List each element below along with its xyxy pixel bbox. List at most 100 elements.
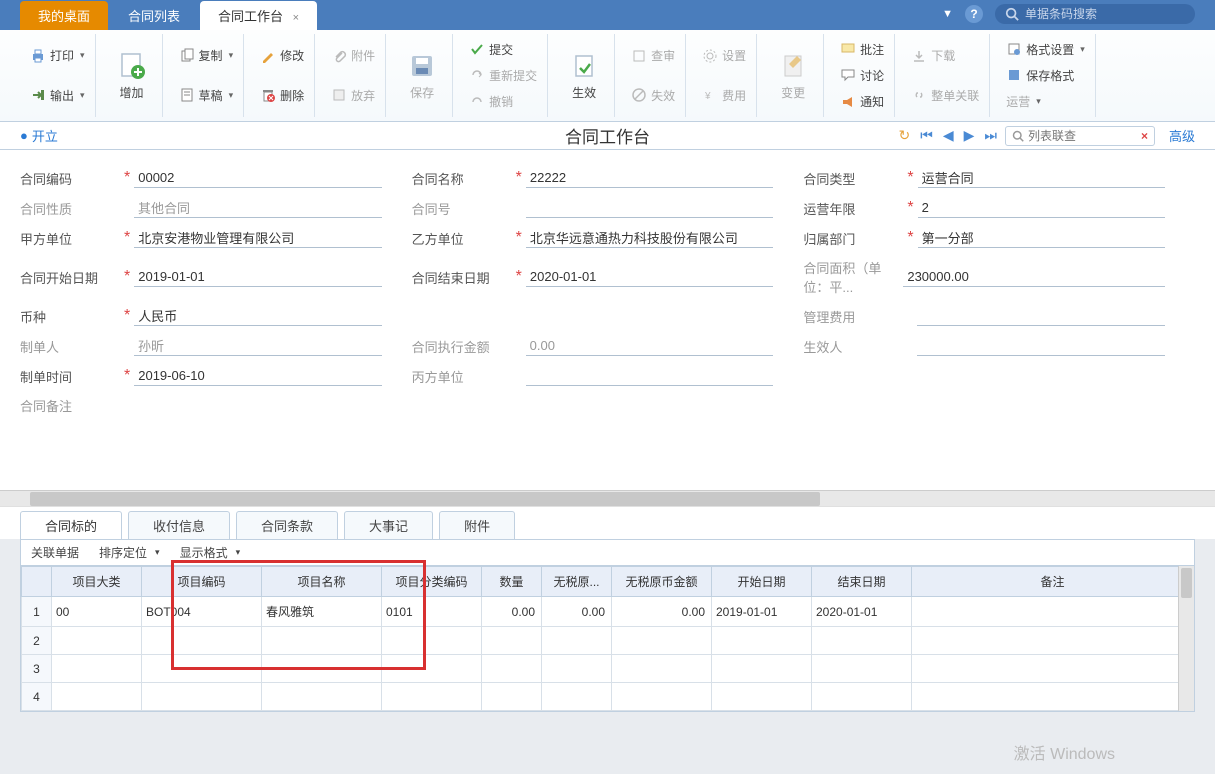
save-button[interactable]: 保存 bbox=[398, 46, 446, 105]
tab-events[interactable]: 大事记 bbox=[344, 511, 433, 539]
undo-icon bbox=[469, 94, 485, 110]
next-icon[interactable]: ▶ bbox=[962, 127, 977, 144]
label-maketime: 制单时间 bbox=[20, 367, 120, 386]
modify-button[interactable]: 修改 bbox=[256, 45, 308, 66]
col-code[interactable]: 项目编码 bbox=[142, 567, 262, 597]
col-notaxorig[interactable]: 无税原... bbox=[542, 567, 612, 597]
input-remark[interactable] bbox=[134, 396, 1165, 415]
label-mgmtfee: 管理费用 bbox=[803, 307, 903, 326]
link-icon bbox=[911, 87, 927, 103]
label-execamt: 合同执行金额 bbox=[412, 337, 512, 356]
delete-button[interactable]: 删除 bbox=[256, 85, 308, 106]
saveformat-icon bbox=[1006, 67, 1022, 83]
barcode-search-input[interactable] bbox=[1025, 7, 1185, 21]
col-cat[interactable]: 项目大类 bbox=[52, 567, 142, 597]
export-button[interactable]: 输出▾ bbox=[26, 85, 89, 106]
col-start[interactable]: 开始日期 bbox=[712, 567, 812, 597]
effect-button[interactable]: 生效 bbox=[560, 46, 608, 105]
tab-payment[interactable]: 收付信息 bbox=[128, 511, 230, 539]
audit-button[interactable]: 查审 bbox=[627, 45, 679, 66]
cost-icon: ¥ bbox=[702, 87, 718, 103]
label-nature: 合同性质 bbox=[20, 199, 120, 218]
saveformat-button[interactable]: 保存格式 bbox=[1002, 65, 1089, 86]
tab-attach[interactable]: 附件 bbox=[439, 511, 515, 539]
tab-subject[interactable]: 合同标的 bbox=[20, 511, 122, 539]
table-row[interactable]: 3 bbox=[22, 655, 1194, 683]
form-hscroll[interactable] bbox=[0, 490, 1215, 506]
barcode-search[interactable] bbox=[995, 4, 1195, 24]
status-state[interactable]: ●开立 bbox=[20, 126, 58, 145]
print-button[interactable]: 打印▾ bbox=[26, 45, 89, 66]
download-button[interactable]: 下载 bbox=[907, 45, 983, 66]
prev-icon[interactable]: ◀ bbox=[941, 127, 956, 144]
format-icon bbox=[1006, 41, 1022, 57]
operate-button[interactable]: 运营▾ bbox=[1002, 91, 1089, 112]
advanced-link[interactable]: 高级 bbox=[1169, 126, 1195, 145]
add-button[interactable]: 增加 bbox=[108, 46, 156, 105]
label-type: 合同类型 bbox=[803, 169, 903, 188]
related-doc-button[interactable]: 关联单据 bbox=[31, 544, 79, 561]
col-remark[interactable]: 备注 bbox=[912, 567, 1194, 597]
table-row[interactable]: 2 bbox=[22, 627, 1194, 655]
refresh-icon[interactable]: ↻ bbox=[896, 127, 912, 144]
list-search-input[interactable] bbox=[1028, 129, 1137, 143]
gear-icon bbox=[702, 48, 718, 64]
tab-contract-workbench[interactable]: 合同工作台 × bbox=[200, 1, 317, 30]
input-partya[interactable] bbox=[134, 228, 381, 248]
search-icon bbox=[1005, 7, 1019, 21]
invalid-button[interactable]: 失效 bbox=[627, 85, 679, 106]
col-clscode[interactable]: 项目分类编码 bbox=[382, 567, 482, 597]
first-icon[interactable]: ⏮ bbox=[918, 127, 935, 144]
change-button[interactable]: 变更 bbox=[769, 46, 817, 105]
submit-button[interactable]: 提交 bbox=[465, 39, 541, 60]
label-start: 合同开始日期 bbox=[20, 268, 120, 287]
close-icon[interactable]: × bbox=[293, 12, 299, 24]
discuss-button[interactable]: 讨论 bbox=[836, 65, 888, 86]
tab-contract-list[interactable]: 合同列表 bbox=[110, 1, 198, 30]
input-end[interactable] bbox=[526, 267, 773, 287]
copy-button[interactable]: 复制▾ bbox=[175, 45, 238, 66]
table-row[interactable]: 4 bbox=[22, 683, 1194, 711]
input-type[interactable] bbox=[918, 168, 1165, 188]
input-code[interactable] bbox=[134, 168, 381, 188]
resubmit-button[interactable]: 重新提交 bbox=[465, 65, 541, 86]
input-maketime[interactable] bbox=[134, 366, 381, 386]
col-end[interactable]: 结束日期 bbox=[812, 567, 912, 597]
input-dept[interactable] bbox=[918, 228, 1165, 248]
batch-button[interactable]: 批注 bbox=[836, 39, 888, 60]
input-mgmtfee[interactable] bbox=[917, 306, 1165, 326]
input-no[interactable] bbox=[526, 198, 774, 218]
input-partyc[interactable] bbox=[526, 366, 774, 386]
grid-vscroll[interactable] bbox=[1178, 566, 1194, 711]
discard-button[interactable]: 放弃 bbox=[327, 85, 379, 106]
input-partyb[interactable] bbox=[526, 228, 773, 248]
col-notaxorigamt[interactable]: 无税原币金额 bbox=[612, 567, 712, 597]
sort-button[interactable]: 排序定位▾ bbox=[99, 544, 160, 561]
setting-button[interactable]: 设置 bbox=[698, 45, 750, 66]
clear-icon[interactable]: × bbox=[1141, 129, 1148, 143]
input-area[interactable] bbox=[903, 267, 1165, 287]
attach-button[interactable]: 附件 bbox=[327, 45, 379, 66]
help-icon[interactable]: ? bbox=[965, 5, 983, 23]
tab-desktop[interactable]: 我的桌面 bbox=[20, 1, 108, 30]
notify-button[interactable]: 通知 bbox=[836, 91, 888, 112]
list-search[interactable]: × bbox=[1005, 126, 1155, 146]
revoke-button[interactable]: 撤销 bbox=[465, 91, 541, 112]
input-years[interactable] bbox=[918, 198, 1165, 218]
input-name[interactable] bbox=[526, 168, 773, 188]
col-name[interactable]: 项目名称 bbox=[262, 567, 382, 597]
form-area: 合同编码* 合同名称* 合同类型* 合同性质 合同号 运营年限* 甲方单位* 乙… bbox=[0, 150, 1215, 490]
tab-terms[interactable]: 合同条款 bbox=[236, 511, 338, 539]
input-currency[interactable] bbox=[134, 306, 381, 326]
related-button[interactable]: 整单关联 bbox=[907, 85, 983, 106]
col-qty[interactable]: 数量 bbox=[482, 567, 542, 597]
ban-icon bbox=[631, 87, 647, 103]
draft-button[interactable]: 草稿▾ bbox=[175, 85, 238, 106]
last-icon[interactable]: ⏭ bbox=[982, 127, 999, 144]
cost-button[interactable]: ¥费用 bbox=[698, 85, 750, 106]
input-start[interactable] bbox=[134, 267, 381, 287]
display-button[interactable]: 显示格式▾ bbox=[180, 544, 241, 561]
format-button[interactable]: 格式设置▾ bbox=[1002, 39, 1089, 60]
chevron-down-icon[interactable]: ▼ bbox=[942, 8, 953, 20]
table-row[interactable]: 100BOT004春风雅筑01010.000.000.002019-01-012… bbox=[22, 597, 1194, 627]
